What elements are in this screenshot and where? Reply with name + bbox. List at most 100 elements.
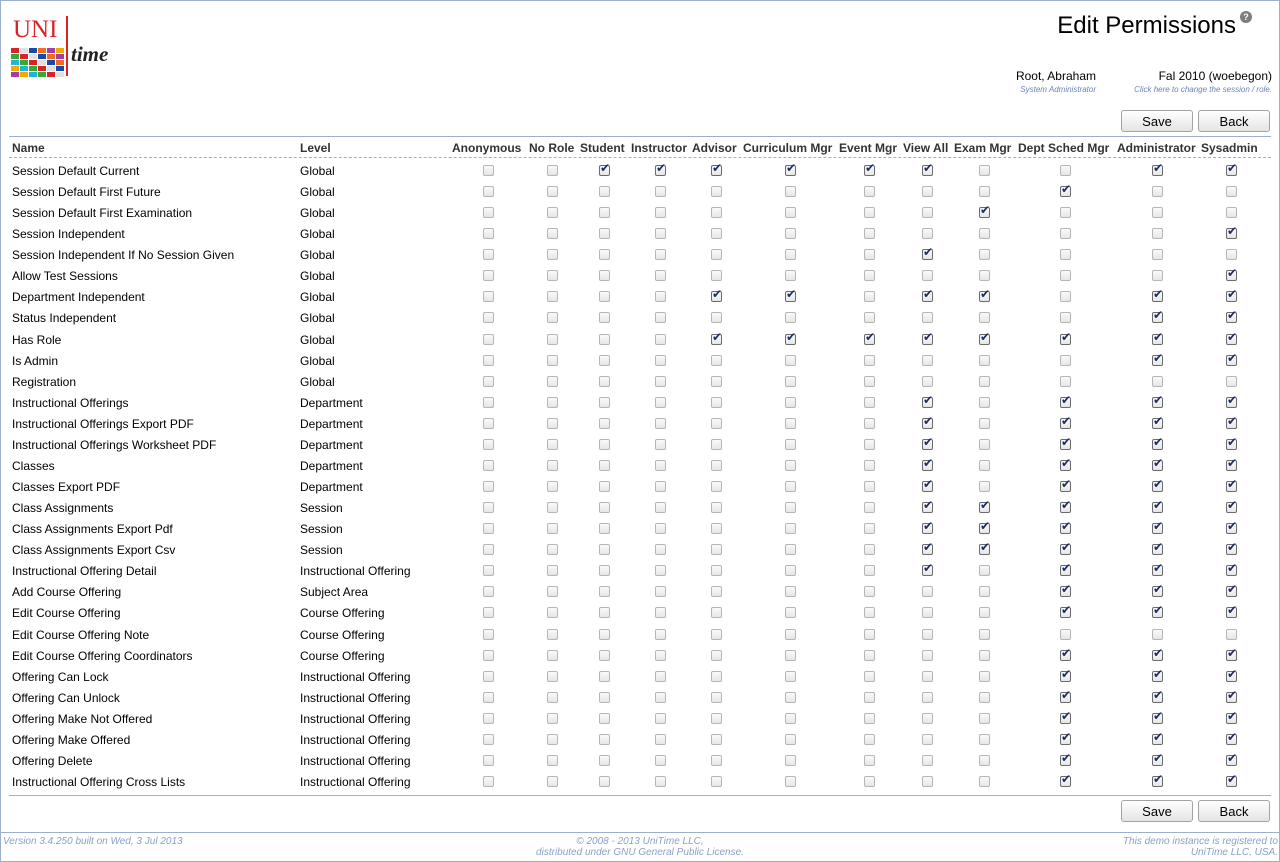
permission-checkbox-advisor[interactable] [711,607,722,619]
permission-checkbox-student[interactable] [599,670,610,682]
permission-checkbox-event-mgr[interactable] [864,186,875,198]
permission-checkbox-curriculum-mgr[interactable] [785,586,796,598]
permission-checkbox-advisor[interactable] [711,586,722,598]
permission-checkbox-anonymous[interactable] [483,249,494,261]
permission-checkbox-anonymous[interactable] [483,312,494,324]
permission-checkbox-advisor[interactable] [711,776,722,788]
permission-checkbox-anonymous[interactable] [483,712,494,724]
permission-checkbox-curriculum-mgr[interactable] [785,649,796,661]
permission-checkbox-view-all[interactable] [922,519,933,535]
permission-checkbox-dept-sched-mgr[interactable] [1060,182,1071,198]
permission-checkbox-administrator[interactable] [1152,435,1163,450]
permission-checkbox-event-mgr[interactable] [864,712,875,724]
session-selector[interactable]: Fal 2010 (woebegon) Click here to change… [1134,69,1272,94]
permission-checkbox-sysadmin[interactable] [1226,730,1237,745]
column-header-name[interactable]: Name [12,141,45,155]
permission-checkbox-event-mgr[interactable] [864,544,875,556]
permission-checkbox-event-mgr[interactable] [864,438,875,450]
permission-checkbox-event-mgr[interactable] [864,459,875,471]
column-header-view-all[interactable]: View All [903,141,948,155]
permission-checkbox-view-all[interactable] [922,161,933,176]
permission-checkbox-advisor[interactable] [711,649,722,661]
permission-checkbox-advisor[interactable] [711,754,722,766]
permission-checkbox-instructor[interactable] [655,628,666,640]
permission-checkbox-exam-mgr[interactable] [979,565,990,577]
permission-checkbox-exam-mgr[interactable] [979,519,990,535]
permission-checkbox-dept-sched-mgr[interactable] [1060,540,1071,556]
permission-checkbox-advisor[interactable] [711,287,722,303]
permission-checkbox-no-role[interactable] [547,733,558,745]
permission-checkbox-dept-sched-mgr[interactable] [1060,667,1071,682]
permission-checkbox-administrator[interactable] [1152,730,1163,745]
permission-checkbox-exam-mgr[interactable] [979,628,990,640]
permission-checkbox-administrator[interactable] [1152,330,1163,345]
permission-checkbox-event-mgr[interactable] [864,607,875,619]
permission-checkbox-advisor[interactable] [711,161,722,176]
permission-checkbox-exam-mgr[interactable] [979,396,990,408]
permission-checkbox-advisor[interactable] [711,438,722,450]
permission-checkbox-instructor[interactable] [655,544,666,556]
permission-checkbox-view-all[interactable] [922,312,933,324]
permission-checkbox-administrator[interactable] [1152,540,1163,556]
permission-checkbox-view-all[interactable] [922,186,933,198]
permission-checkbox-dept-sched-mgr[interactable] [1060,628,1071,640]
permission-checkbox-anonymous[interactable] [483,165,494,176]
permission-checkbox-administrator[interactable] [1152,161,1163,176]
permission-checkbox-no-role[interactable] [547,312,558,324]
permission-checkbox-exam-mgr[interactable] [979,691,990,703]
permission-checkbox-administrator[interactable] [1152,207,1163,219]
permission-checkbox-event-mgr[interactable] [864,691,875,703]
permission-checkbox-view-all[interactable] [922,435,933,450]
permission-checkbox-instructor[interactable] [655,481,666,493]
permission-checkbox-event-mgr[interactable] [864,670,875,682]
permission-checkbox-event-mgr[interactable] [864,354,875,366]
permission-checkbox-exam-mgr[interactable] [979,498,990,514]
permission-checkbox-anonymous[interactable] [483,333,494,345]
permission-checkbox-administrator[interactable] [1152,688,1163,703]
permission-checkbox-advisor[interactable] [711,330,722,345]
permission-checkbox-instructor[interactable] [655,565,666,577]
column-header-student[interactable]: Student [580,141,625,155]
permission-checkbox-administrator[interactable] [1152,519,1163,535]
permission-checkbox-instructor[interactable] [655,417,666,429]
permission-checkbox-curriculum-mgr[interactable] [785,628,796,640]
permission-checkbox-anonymous[interactable] [483,649,494,661]
permission-checkbox-no-role[interactable] [547,481,558,493]
permission-checkbox-curriculum-mgr[interactable] [785,396,796,408]
permission-checkbox-student[interactable] [599,586,610,598]
permission-checkbox-curriculum-mgr[interactable] [785,249,796,261]
permission-checkbox-dept-sched-mgr[interactable] [1060,393,1071,408]
permission-checkbox-dept-sched-mgr[interactable] [1060,330,1071,345]
permission-checkbox-no-role[interactable] [547,754,558,766]
permission-checkbox-no-role[interactable] [547,165,558,176]
permission-checkbox-student[interactable] [599,249,610,261]
permission-checkbox-curriculum-mgr[interactable] [785,459,796,471]
permission-checkbox-anonymous[interactable] [483,776,494,788]
permission-checkbox-student[interactable] [599,733,610,745]
permission-checkbox-event-mgr[interactable] [864,481,875,493]
column-header-anonymous[interactable]: Anonymous [452,141,521,155]
permission-checkbox-instructor[interactable] [655,249,666,261]
permission-checkbox-administrator[interactable] [1152,646,1163,661]
permission-checkbox-event-mgr[interactable] [864,396,875,408]
permission-checkbox-curriculum-mgr[interactable] [785,481,796,493]
permission-checkbox-dept-sched-mgr[interactable] [1060,456,1071,471]
permission-checkbox-exam-mgr[interactable] [979,249,990,261]
permission-checkbox-instructor[interactable] [655,670,666,682]
permission-checkbox-anonymous[interactable] [483,459,494,471]
permission-checkbox-event-mgr[interactable] [864,207,875,219]
column-header-event-mgr[interactable]: Event Mgr [839,141,897,155]
permission-checkbox-event-mgr[interactable] [864,312,875,324]
permission-checkbox-sysadmin[interactable] [1226,224,1237,240]
permission-checkbox-no-role[interactable] [547,333,558,345]
permission-checkbox-view-all[interactable] [922,477,933,493]
permission-checkbox-anonymous[interactable] [483,186,494,198]
permission-checkbox-view-all[interactable] [922,649,933,661]
permission-checkbox-administrator[interactable] [1152,561,1163,577]
permission-checkbox-no-role[interactable] [547,354,558,366]
permission-checkbox-sysadmin[interactable] [1226,249,1237,261]
permission-checkbox-anonymous[interactable] [483,481,494,493]
permission-checkbox-student[interactable] [599,776,610,788]
permission-checkbox-view-all[interactable] [922,776,933,788]
permission-checkbox-curriculum-mgr[interactable] [785,691,796,703]
